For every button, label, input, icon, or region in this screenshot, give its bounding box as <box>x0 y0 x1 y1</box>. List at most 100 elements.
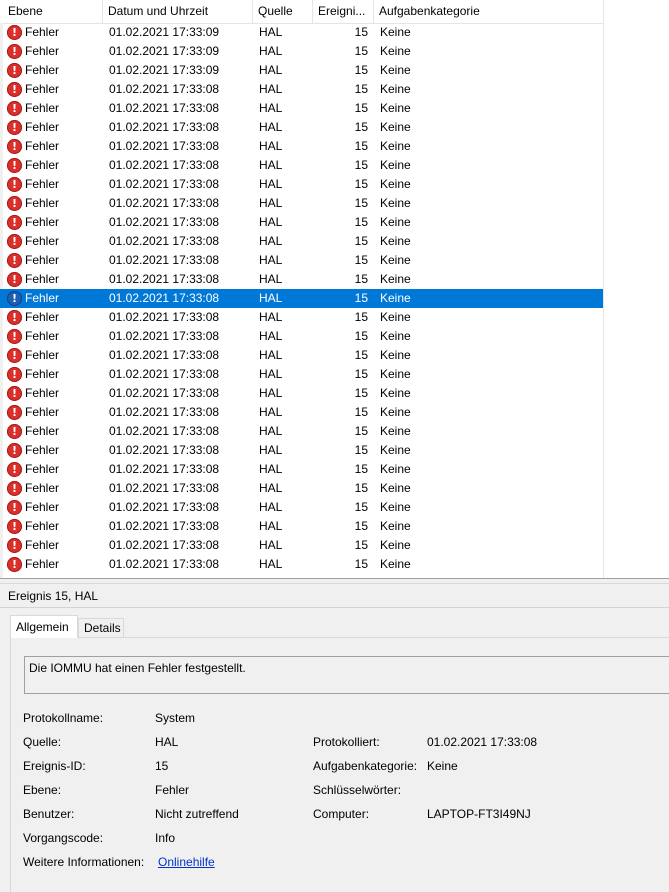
event-id-cell: 15 <box>354 424 368 438</box>
error-icon: ! <box>7 215 22 230</box>
source-cell: HAL <box>259 272 283 286</box>
table-row[interactable]: ! Fehler 01.02.2021 17:33:08 HAL 15 Keine <box>0 479 603 498</box>
level-cell: Fehler <box>25 291 60 305</box>
source-cell: HAL <box>259 291 283 305</box>
task-category-cell: Keine <box>380 462 411 476</box>
table-row[interactable]: ! Fehler 01.02.2021 17:33:09 HAL 15 Keine <box>0 23 603 42</box>
column-header-level[interactable]: Ebene <box>3 0 103 23</box>
event-id-cell: 15 <box>354 291 368 305</box>
error-icon: ! <box>7 139 22 154</box>
date-cell: 01.02.2021 17:33:08 <box>109 253 220 267</box>
table-row[interactable]: ! Fehler 01.02.2021 17:33:08 HAL 15 Keine <box>0 517 603 536</box>
table-row[interactable]: ! Fehler 01.02.2021 17:33:09 HAL 15 Keine <box>0 61 603 80</box>
task-category-cell: Keine <box>380 253 411 267</box>
source-cell: HAL <box>259 443 283 457</box>
event-list[interactable]: Ebene Datum und Uhrzeit Quelle Ereigni..… <box>0 0 669 578</box>
table-row[interactable]: ! Fehler 01.02.2021 17:33:08 HAL 15 Keine <box>0 555 603 574</box>
error-icon: ! <box>7 329 22 344</box>
error-icon: ! <box>7 120 22 135</box>
table-row[interactable]: ! Fehler 01.02.2021 17:33:08 HAL 15 Keine <box>0 498 603 517</box>
table-row[interactable]: ! Fehler 01.02.2021 17:33:08 HAL 15 Keine <box>0 251 603 270</box>
source-cell: HAL <box>259 196 283 210</box>
task-category-cell: Keine <box>380 538 411 552</box>
tab-general[interactable]: Allgemein <box>10 615 78 638</box>
error-icon: ! <box>7 424 22 439</box>
event-id-cell: 15 <box>354 215 368 229</box>
task-category-cell: Keine <box>380 177 411 191</box>
event-id-cell: 15 <box>354 101 368 115</box>
table-row[interactable]: ! Fehler 01.02.2021 17:33:08 HAL 15 Keine <box>0 99 603 118</box>
column-header-event-id[interactable]: Ereigni... <box>313 0 374 23</box>
error-icon: ! <box>7 158 22 173</box>
table-row[interactable]: ! Fehler 01.02.2021 17:33:08 HAL 15 Keine <box>0 327 603 346</box>
column-header-date[interactable]: Datum und Uhrzeit <box>103 0 253 23</box>
table-row[interactable]: ! Fehler 01.02.2021 17:33:08 HAL 15 Keine <box>0 213 603 232</box>
event-id-cell: 15 <box>354 462 368 476</box>
table-row[interactable]: ! Fehler 01.02.2021 17:33:08 HAL 15 Keine <box>0 460 603 479</box>
level-cell: Fehler <box>25 538 60 552</box>
table-row[interactable]: ! Fehler 01.02.2021 17:33:08 HAL 15 Keine <box>0 232 603 251</box>
error-icon: ! <box>7 101 22 116</box>
source-cell: HAL <box>259 177 283 191</box>
level-cell: Fehler <box>25 348 60 362</box>
source-cell: HAL <box>259 101 283 115</box>
table-row[interactable]: ! Fehler 01.02.2021 17:33:08 HAL 15 Keine <box>0 403 603 422</box>
table-row[interactable]: ! Fehler 01.02.2021 17:33:08 HAL 15 Keine <box>0 289 603 308</box>
table-row[interactable]: ! Fehler 01.02.2021 17:33:08 HAL 15 Keine <box>0 441 603 460</box>
column-header-task-category[interactable]: Aufgabenkategorie <box>374 0 603 23</box>
table-row[interactable]: ! Fehler 01.02.2021 17:33:08 HAL 15 Keine <box>0 308 603 327</box>
date-cell: 01.02.2021 17:33:08 <box>109 462 220 476</box>
error-icon: ! <box>7 310 22 325</box>
task-category-cell: Keine <box>380 519 411 533</box>
event-id-cell: 15 <box>354 519 368 533</box>
table-row[interactable]: ! Fehler 01.02.2021 17:33:08 HAL 15 Keine <box>0 536 603 555</box>
event-description[interactable]: Die IOMMU hat einen Fehler festgestellt. <box>24 656 669 694</box>
online-help-link[interactable]: Onlinehilfe <box>158 855 215 869</box>
table-row[interactable]: ! Fehler 01.02.2021 17:33:08 HAL 15 Keine <box>0 118 603 137</box>
date-cell: 01.02.2021 17:33:08 <box>109 405 220 419</box>
table-row[interactable]: ! Fehler 01.02.2021 17:33:09 HAL 15 Keine <box>0 42 603 61</box>
table-row[interactable]: ! Fehler 01.02.2021 17:33:08 HAL 15 Keine <box>0 137 603 156</box>
task-category-cell: Keine <box>380 120 411 134</box>
table-row[interactable]: ! Fehler 01.02.2021 17:33:08 HAL 15 Keine <box>0 270 603 289</box>
table-row[interactable]: ! Fehler 01.02.2021 17:33:08 HAL 15 Keine <box>0 346 603 365</box>
source-cell: HAL <box>259 367 283 381</box>
table-row[interactable]: ! Fehler 01.02.2021 17:33:08 HAL 15 Keine <box>0 156 603 175</box>
value-computer: LAPTOP-FT3I49NJ <box>427 807 531 821</box>
event-id-cell: 15 <box>354 234 368 248</box>
task-category-cell: Keine <box>380 215 411 229</box>
error-icon: ! <box>7 462 22 477</box>
error-icon: ! <box>7 253 22 268</box>
error-icon: ! <box>7 196 22 211</box>
table-row[interactable]: ! Fehler 01.02.2021 17:33:08 HAL 15 Keine <box>0 80 603 99</box>
level-cell: Fehler <box>25 310 60 324</box>
table-row[interactable]: ! Fehler 01.02.2021 17:33:08 HAL 15 Keine <box>0 194 603 213</box>
error-icon: ! <box>7 329 22 344</box>
level-cell: Fehler <box>25 386 60 400</box>
error-icon: ! <box>7 500 22 515</box>
date-cell: 01.02.2021 17:33:08 <box>109 443 220 457</box>
task-category-cell: Keine <box>380 386 411 400</box>
event-id-cell: 15 <box>354 557 368 571</box>
level-cell: Fehler <box>25 120 60 134</box>
error-icon: ! <box>7 82 22 97</box>
table-row[interactable]: ! Fehler 01.02.2021 17:33:08 HAL 15 Keine <box>0 175 603 194</box>
date-cell: 01.02.2021 17:33:08 <box>109 329 220 343</box>
source-cell: HAL <box>259 538 283 552</box>
date-cell: 01.02.2021 17:33:08 <box>109 481 220 495</box>
label-log-name: Protokollname: <box>23 711 104 725</box>
table-row[interactable]: ! Fehler 01.02.2021 17:33:08 HAL 15 Keine <box>0 365 603 384</box>
task-category-cell: Keine <box>380 443 411 457</box>
task-category-cell: Keine <box>380 234 411 248</box>
table-row[interactable]: ! Fehler 01.02.2021 17:33:08 HAL 15 Keine <box>0 422 603 441</box>
source-cell: HAL <box>259 139 283 153</box>
level-cell: Fehler <box>25 329 60 343</box>
error-icon: ! <box>7 101 22 116</box>
table-row[interactable]: ! Fehler 01.02.2021 17:33:08 HAL 15 Keine <box>0 384 603 403</box>
column-header-source[interactable]: Quelle <box>253 0 313 23</box>
source-cell: HAL <box>259 424 283 438</box>
tab-details[interactable]: Details <box>78 618 124 637</box>
source-cell: HAL <box>259 63 283 77</box>
label-opcode: Vorgangscode: <box>23 831 104 845</box>
source-cell: HAL <box>259 44 283 58</box>
